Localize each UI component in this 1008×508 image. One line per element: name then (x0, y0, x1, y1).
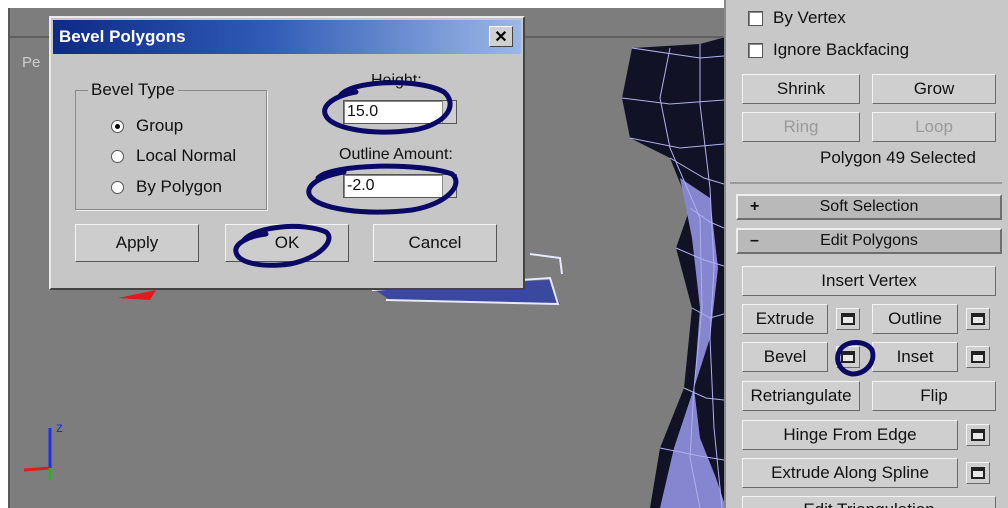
flip-button[interactable]: Flip (872, 381, 996, 411)
radio-icon[interactable] (111, 149, 124, 163)
soft-selection-rollout[interactable]: + Soft Selection (736, 194, 1002, 220)
radio-by-polygon-label: By Polygon (136, 177, 222, 196)
outline-amount-spinner[interactable]: -2.0 (343, 174, 457, 198)
outline-button[interactable]: Outline (872, 304, 958, 334)
bevel-button[interactable]: Bevel (742, 342, 828, 372)
edit-polygons-label: Edit Polygons (820, 232, 918, 249)
radio-group[interactable]: Group (111, 116, 183, 136)
height-label: Height: (371, 72, 422, 89)
bevel-type-legend: Bevel Type (88, 80, 178, 100)
ignore-backfacing-label: Ignore Backfacing (773, 40, 910, 59)
selection-status: Polygon 49 Selected (820, 148, 976, 167)
settings-box-icon (841, 313, 855, 325)
outline-amount-value[interactable]: -2.0 (347, 177, 375, 195)
by-vertex-label: By Vertex (773, 8, 846, 27)
height-spinner[interactable]: 15.0 (343, 100, 457, 124)
shrink-button[interactable]: Shrink (742, 74, 860, 104)
ignore-backfacing-checkbox-row[interactable]: Ignore Backfacing (748, 40, 909, 60)
cancel-button[interactable]: Cancel (373, 224, 497, 262)
extrude-along-spline-button[interactable]: Extrude Along Spline (742, 458, 958, 488)
radio-local-normal[interactable]: Local Normal (111, 146, 236, 166)
inset-button[interactable]: Inset (872, 342, 958, 372)
by-vertex-checkbox-row[interactable]: By Vertex (748, 8, 846, 28)
grow-button[interactable]: Grow (872, 74, 996, 104)
edit-triangulation-button[interactable]: Edit Triangulation (742, 496, 996, 508)
insert-vertex-button[interactable]: Insert Vertex (742, 266, 996, 296)
ring-button[interactable]: Ring (742, 112, 860, 142)
dialog-titlebar[interactable]: Bevel Polygons ✕ (53, 20, 521, 54)
radio-by-polygon[interactable]: By Polygon (111, 177, 222, 197)
height-value[interactable]: 15.0 (347, 103, 378, 121)
bevel-settings-button[interactable] (836, 346, 860, 368)
spinner-arrows-icon[interactable] (442, 101, 456, 123)
checkbox-icon[interactable] (748, 10, 763, 26)
command-panel: By Vertex Ignore Backfacing Shrink Grow … (724, 0, 1008, 508)
apply-button[interactable]: Apply (75, 224, 199, 262)
close-icon[interactable]: ✕ (489, 26, 513, 47)
panel-divider (730, 182, 1002, 184)
radio-local-normal-label: Local Normal (136, 146, 237, 165)
loop-button[interactable]: Loop (872, 112, 996, 142)
ok-button[interactable]: OK (225, 224, 349, 262)
radio-icon[interactable] (111, 119, 124, 133)
svg-text:z: z (56, 419, 63, 435)
settings-box-icon (971, 351, 985, 363)
dialog-title: Bevel Polygons (59, 27, 186, 46)
outline-amount-label: Outline Amount: (339, 146, 453, 163)
checkbox-icon[interactable] (748, 42, 763, 58)
bevel-polygons-dialog: Bevel Polygons ✕ Bevel Type Group Local … (49, 16, 525, 290)
retriangulate-button[interactable]: Retriangulate (742, 381, 860, 411)
radio-icon[interactable] (111, 180, 124, 194)
settings-box-icon (841, 351, 855, 363)
hinge-settings-button[interactable] (966, 424, 990, 446)
collapse-icon: – (750, 232, 759, 249)
hinge-from-edge-button[interactable]: Hinge From Edge (742, 420, 958, 450)
settings-box-icon (971, 313, 985, 325)
extrude-settings-button[interactable] (836, 308, 860, 330)
settings-box-icon (971, 467, 985, 479)
extrude-along-spline-settings-button[interactable] (966, 462, 990, 484)
edit-polygons-rollout[interactable]: – Edit Polygons (736, 228, 1002, 254)
outline-settings-button[interactable] (966, 308, 990, 330)
inset-settings-button[interactable] (966, 346, 990, 368)
soft-selection-label: Soft Selection (819, 198, 919, 215)
expand-icon: + (750, 198, 760, 215)
radio-group-label: Group (136, 116, 184, 135)
extrude-button[interactable]: Extrude (742, 304, 828, 334)
settings-box-icon (971, 429, 985, 441)
spinner-arrows-icon[interactable] (442, 175, 456, 197)
